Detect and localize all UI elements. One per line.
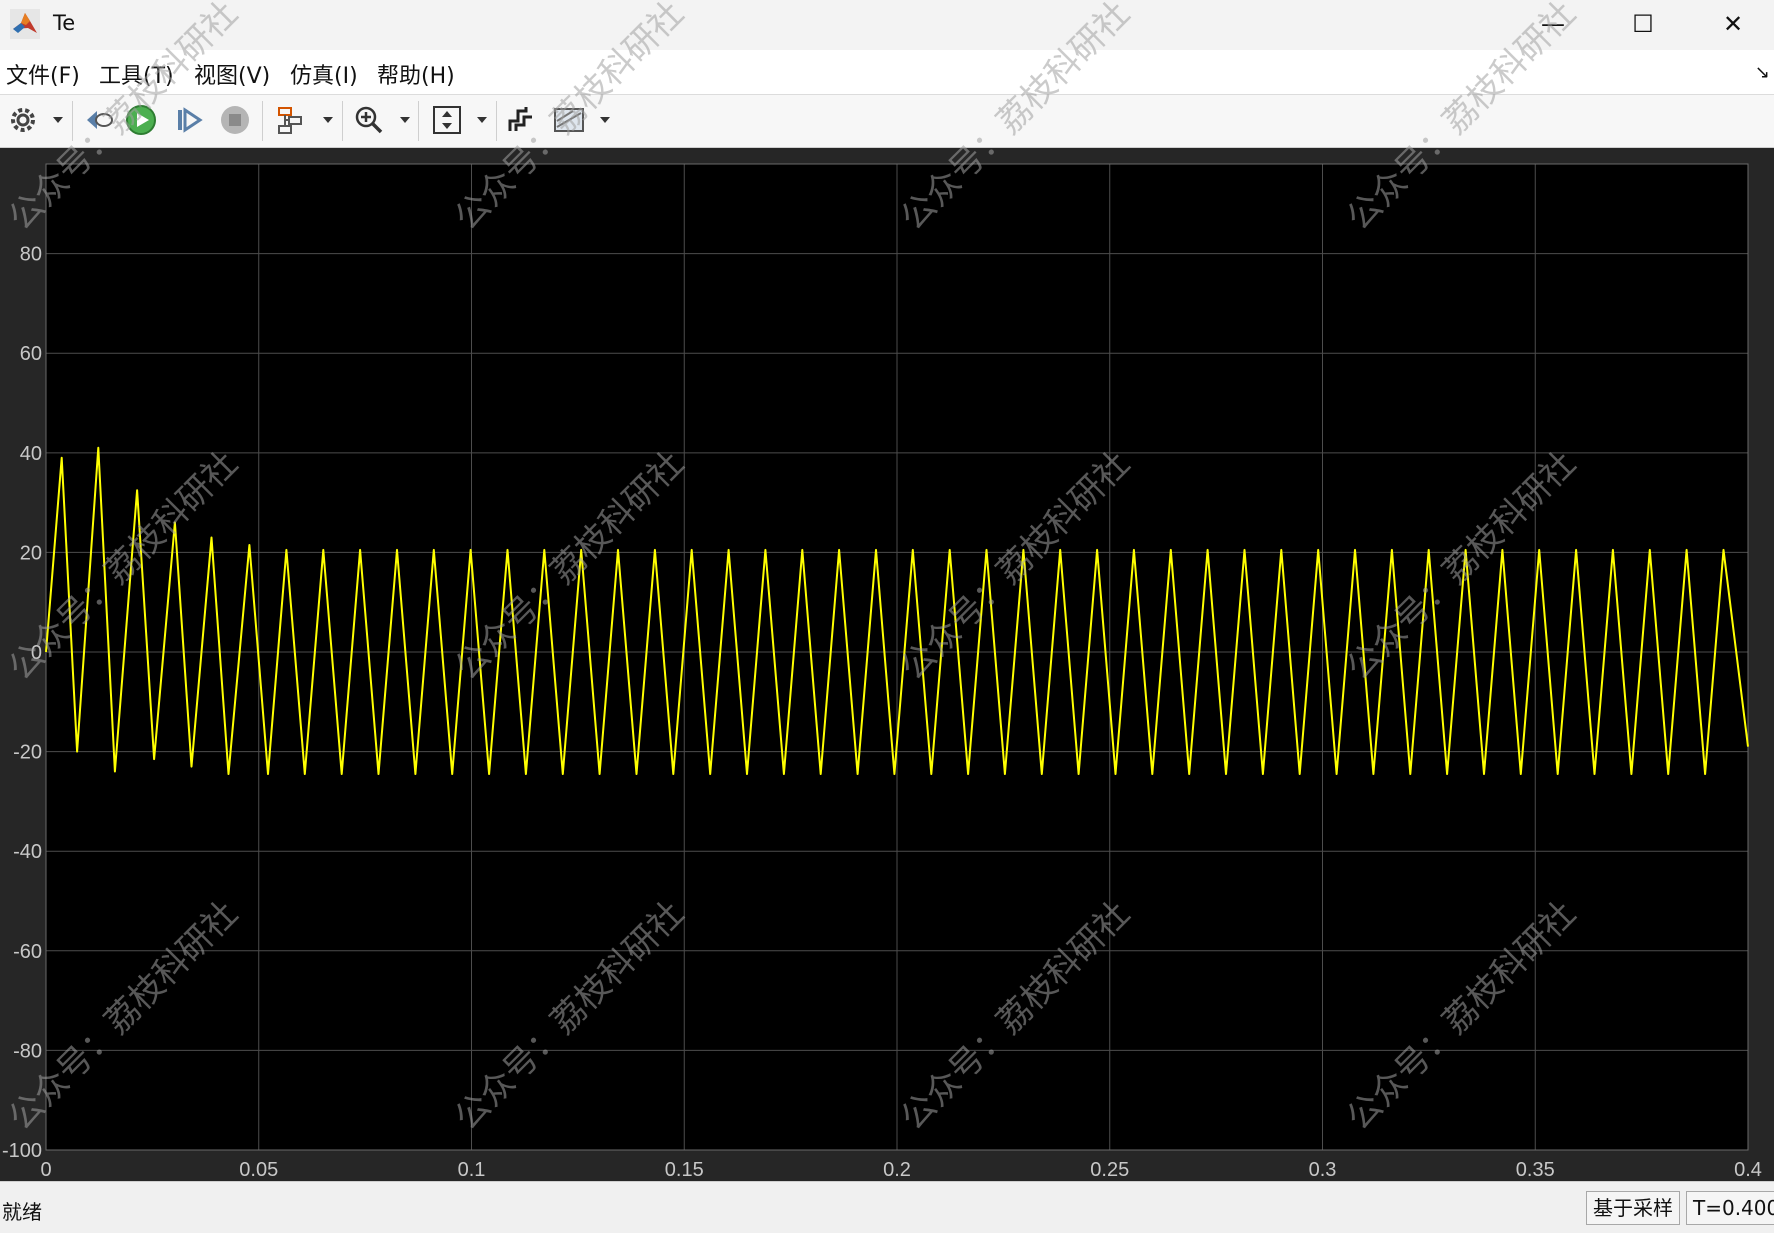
scope-plot-panel: 0 0.05 0.1 0.15 0.2 0.25 0.3 0.35 0.4 80 60 40 20 0 -2… — [0, 148, 1774, 1181]
status-time: T=0.400 — [1686, 1191, 1774, 1225]
stop-icon[interactable] — [218, 103, 252, 137]
menu-overflow-icon[interactable]: ↘ — [1755, 62, 1770, 83]
layout-icon[interactable] — [274, 103, 308, 137]
menu-view[interactable]: 视图(V) — [194, 58, 270, 90]
menu-file[interactable]: 文件(F) — [6, 58, 80, 90]
gear-icon[interactable] — [6, 103, 40, 137]
toolbar-separator — [342, 101, 343, 141]
status-bar: 就绪 基于采样 T=0.400 — [0, 1181, 1774, 1233]
zoom-in-icon[interactable] — [352, 103, 386, 137]
y-tick-label: -100 — [2, 1140, 42, 1162]
x-tick-label: 0.25 — [1090, 1159, 1129, 1181]
close-button[interactable]: ✕ — [1688, 0, 1774, 48]
toolbar-separator — [418, 101, 419, 141]
x-tick-label: 0.35 — [1516, 1159, 1555, 1181]
y-tick-label: 40 — [20, 443, 42, 465]
x-tick-label: 0.15 — [665, 1159, 704, 1181]
scale-axes-icon[interactable] — [430, 103, 464, 137]
run-icon[interactable] — [124, 103, 158, 137]
minimize-button[interactable]: — — [1508, 0, 1598, 48]
matlab-icon — [10, 9, 40, 39]
style-icon[interactable] — [552, 103, 586, 137]
maximize-button[interactable]: ☐ — [1598, 0, 1688, 48]
menu-tools[interactable]: 工具(T) — [99, 58, 174, 90]
y-tick-label: 0 — [31, 642, 42, 664]
title-bar: Te — ☐ ✕ — [0, 0, 1774, 50]
step-back-icon[interactable] — [82, 103, 116, 137]
window-title: Te — [53, 11, 76, 35]
status-text: 就绪 — [2, 1200, 42, 1224]
toolbar-separator — [262, 101, 263, 141]
toolbar — [0, 95, 1774, 148]
scope-plot[interactable]: 0 0.05 0.1 0.15 0.2 0.25 0.3 0.35 0.4 80 60 40 20 0 -2… — [0, 148, 1774, 1181]
settings-dropdown-icon[interactable] — [53, 117, 63, 123]
x-tick-label: 0.1 — [458, 1159, 486, 1181]
step-forward-icon[interactable] — [172, 103, 206, 137]
x-tick-label: 0.3 — [1309, 1159, 1337, 1181]
x-tick-label: 0.2 — [883, 1159, 911, 1181]
style-dropdown-icon[interactable] — [600, 117, 610, 123]
layout-dropdown-icon[interactable] — [323, 117, 333, 123]
signal-icon[interactable] — [504, 103, 538, 137]
x-tick-label: 0 — [40, 1159, 51, 1181]
zoom-dropdown-icon[interactable] — [400, 117, 410, 123]
y-tick-label: -60 — [13, 941, 42, 963]
menu-bar: 文件(F) 工具(T) 视图(V) 仿真(I) 帮助(H) ↘ — [0, 50, 1774, 95]
y-tick-label: 20 — [20, 542, 42, 564]
toolbar-separator — [496, 101, 497, 141]
status-mode: 基于采样 — [1586, 1191, 1680, 1225]
y-tick-label: 60 — [20, 343, 42, 365]
menu-help[interactable]: 帮助(H) — [377, 58, 455, 90]
y-tick-label: -40 — [13, 841, 42, 863]
toolbar-separator — [72, 101, 73, 141]
x-tick-label: 0.05 — [239, 1159, 278, 1181]
y-tick-label: -20 — [13, 742, 42, 764]
menu-simulation[interactable]: 仿真(I) — [290, 58, 358, 90]
y-tick-label: 80 — [20, 244, 42, 266]
scale-dropdown-icon[interactable] — [477, 117, 487, 123]
y-tick-label: -80 — [13, 1040, 42, 1062]
x-tick-label: 0.4 — [1734, 1159, 1762, 1181]
